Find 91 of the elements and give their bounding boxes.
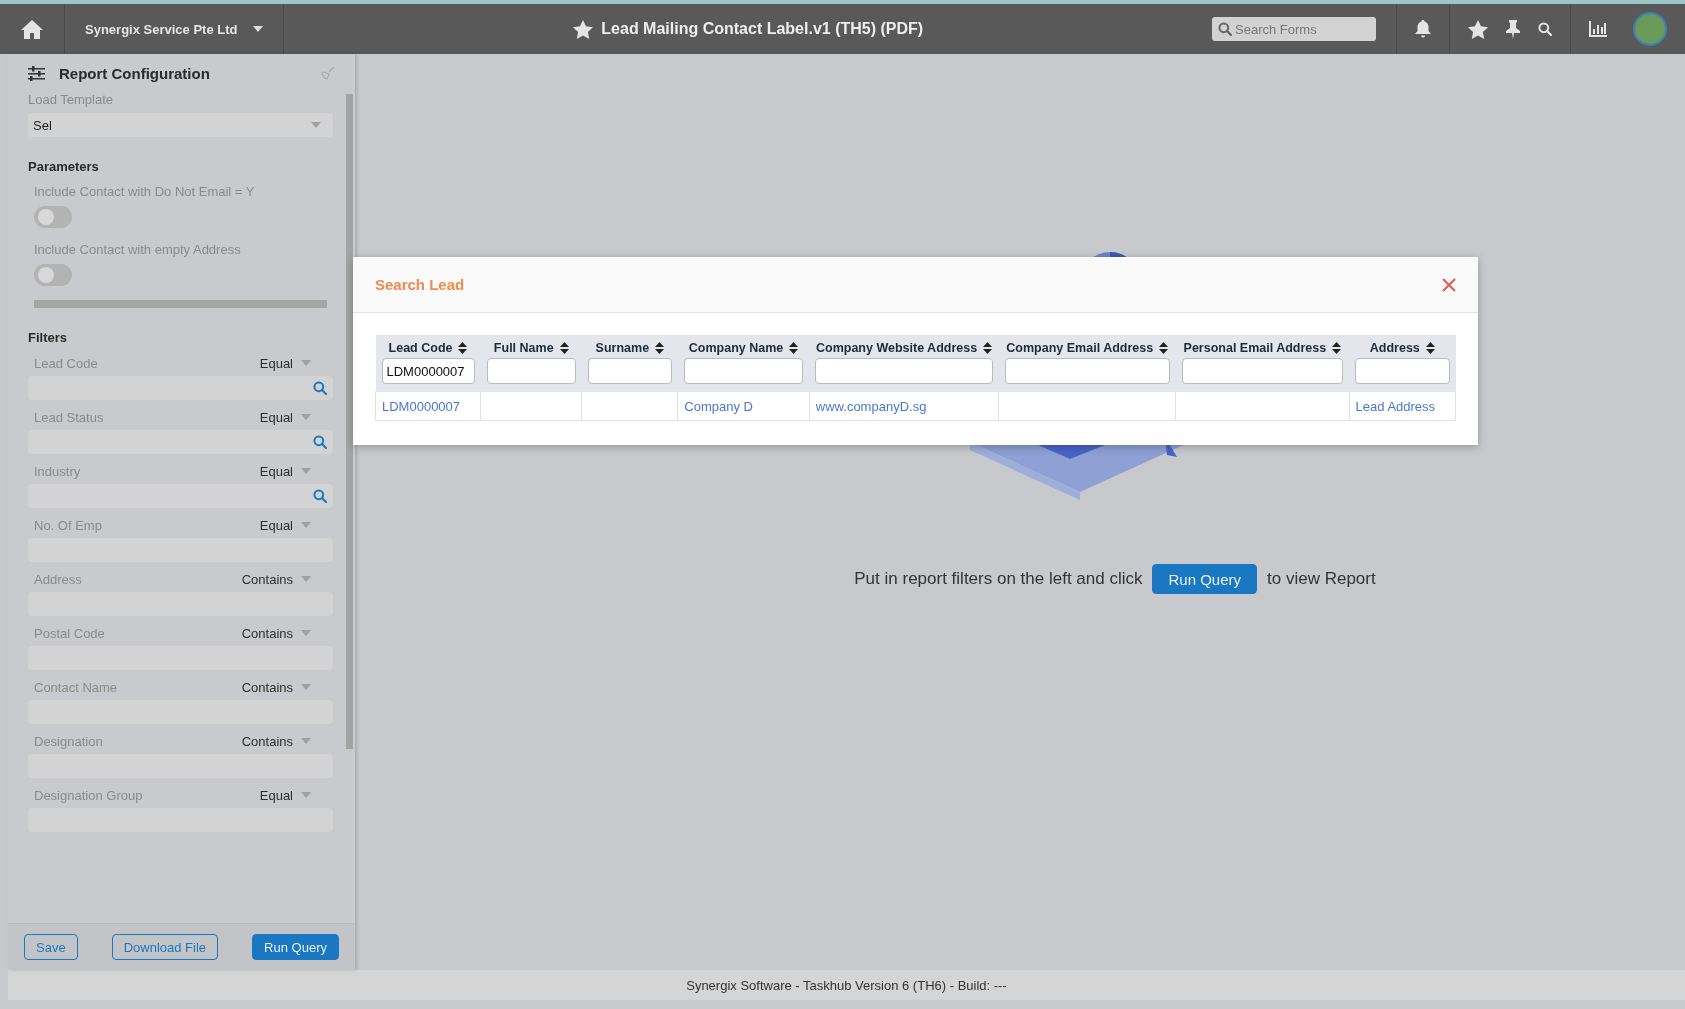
toggle-label: Include Contact with Do Not Email = Y	[34, 184, 255, 199]
operator-dropdown[interactable]: Equal	[259, 463, 311, 479]
operator-dropdown[interactable]: Contains	[241, 733, 311, 749]
operator-dropdown[interactable]: Contains	[241, 625, 311, 641]
run-query-button[interactable]: Run Query	[252, 934, 339, 960]
column-filter-field[interactable]	[1355, 358, 1450, 384]
filter-label: Designation	[34, 733, 103, 749]
filter-input[interactable]	[28, 376, 333, 400]
filter-input[interactable]	[28, 430, 333, 454]
sort-icon[interactable]	[983, 342, 993, 354]
filter-label: Designation Group	[34, 787, 143, 803]
toggle-label: Include Contact with empty Address	[34, 242, 241, 257]
sort-icon[interactable]	[1159, 342, 1169, 354]
section-heading: Filters	[28, 330, 68, 345]
column-filter-field[interactable]	[486, 358, 576, 384]
caret-icon	[301, 576, 311, 582]
bell-icon[interactable]	[1415, 20, 1431, 38]
search-field[interactable]: Search Forms	[1212, 17, 1376, 41]
column-filter-field[interactable]	[1181, 358, 1344, 384]
column-header[interactable]: Company Email Address	[998, 335, 1176, 392]
scrollbar[interactable]	[346, 94, 353, 749]
scrollbar[interactable]	[34, 300, 327, 308]
operator-dropdown[interactable]: Equal	[259, 409, 311, 425]
filter-label: Postal Code	[34, 625, 105, 641]
caret-icon	[301, 630, 311, 636]
broom-icon[interactable]	[321, 66, 335, 80]
column-header[interactable]: Lead Code LDM0000007	[375, 335, 481, 392]
caret-icon	[301, 522, 311, 528]
column-header[interactable]: Address	[1349, 335, 1456, 392]
sort-icon[interactable]	[1332, 342, 1342, 354]
search-icon[interactable]	[313, 435, 327, 449]
operator-dropdown[interactable]: Equal	[259, 517, 311, 533]
caret-icon	[253, 26, 264, 32]
dialog-title: Search Lead	[375, 276, 465, 293]
field-label: Load Template	[28, 92, 115, 107]
star-icon[interactable]	[573, 19, 594, 39]
caret-icon	[301, 468, 311, 474]
caret-icon	[301, 684, 311, 690]
column-header[interactable]: Surname	[581, 335, 678, 392]
caret-icon	[301, 360, 311, 366]
search-icon[interactable]	[1218, 22, 1232, 36]
operator-dropdown[interactable]: Equal	[259, 787, 311, 803]
sort-icon[interactable]	[559, 342, 569, 354]
home-icon[interactable]	[21, 19, 43, 39]
panel-title: Report Configuration	[59, 64, 211, 82]
hint-text: to view Report	[1267, 569, 1376, 589]
operator-dropdown[interactable]: Contains	[241, 679, 311, 695]
operator-dropdown[interactable]: Equal	[259, 355, 311, 371]
toggle-switch[interactable]	[34, 264, 72, 286]
template-dropdown[interactable]: Sel	[28, 113, 333, 137]
column-filter-field[interactable]	[683, 358, 804, 384]
column-header[interactable]: Full Name	[480, 335, 582, 392]
close-icon[interactable]	[1442, 277, 1456, 292]
bar-chart-icon[interactable]	[1589, 21, 1607, 37]
toggle-switch[interactable]	[34, 206, 72, 228]
sort-icon[interactable]	[655, 342, 665, 354]
avatar[interactable]	[1633, 12, 1667, 46]
sort-icon[interactable]	[789, 342, 799, 354]
column-filter-field[interactable]	[1004, 358, 1170, 384]
filter-label: Lead Status	[34, 409, 104, 425]
pin-icon[interactable]	[1506, 19, 1520, 39]
hint-text: Put in report filters on the left and click	[854, 569, 1143, 589]
caret-icon	[311, 122, 321, 128]
company-selector[interactable]: Synergix Service Pte Ltd	[85, 21, 238, 37]
search-icon[interactable]	[313, 489, 327, 503]
caret-icon	[301, 738, 311, 744]
search-icon[interactable]	[313, 381, 327, 395]
section-heading: Parameters	[28, 159, 100, 174]
window-title: Lead Mailing Contact Label.v1 (TH5) (PDF)	[601, 20, 924, 38]
column-filter-field[interactable]: LDM0000007	[381, 358, 475, 384]
sort-icon[interactable]	[1425, 342, 1435, 354]
column-filter-field[interactable]	[587, 358, 672, 384]
filter-label: Address	[34, 571, 82, 587]
operator-dropdown[interactable]: Contains	[241, 571, 311, 587]
column-header[interactable]: Personal Email Address	[1175, 335, 1350, 392]
filter-label: Lead Code	[34, 355, 98, 371]
sliders-icon	[28, 65, 45, 81]
caret-icon	[301, 792, 311, 798]
footer-text: Synergix Software - Taskhub Version 6 (TH6) - Build: ---	[686, 977, 1007, 993]
caret-icon	[301, 414, 311, 420]
run-query-button[interactable]: Run Query	[1152, 564, 1258, 594]
column-header[interactable]: Company Name	[677, 335, 810, 392]
column-filter-field[interactable]	[815, 358, 993, 384]
filter-label: Industry	[34, 463, 81, 479]
star-icon[interactable]	[1468, 19, 1488, 39]
sort-icon[interactable]	[458, 342, 468, 354]
filter-label: No. Of Emp	[34, 517, 102, 533]
search-icon[interactable]	[1538, 22, 1552, 36]
filter-input[interactable]	[28, 484, 333, 508]
column-header[interactable]: Company Website Address	[809, 335, 999, 392]
filter-label: Contact Name	[34, 679, 118, 695]
